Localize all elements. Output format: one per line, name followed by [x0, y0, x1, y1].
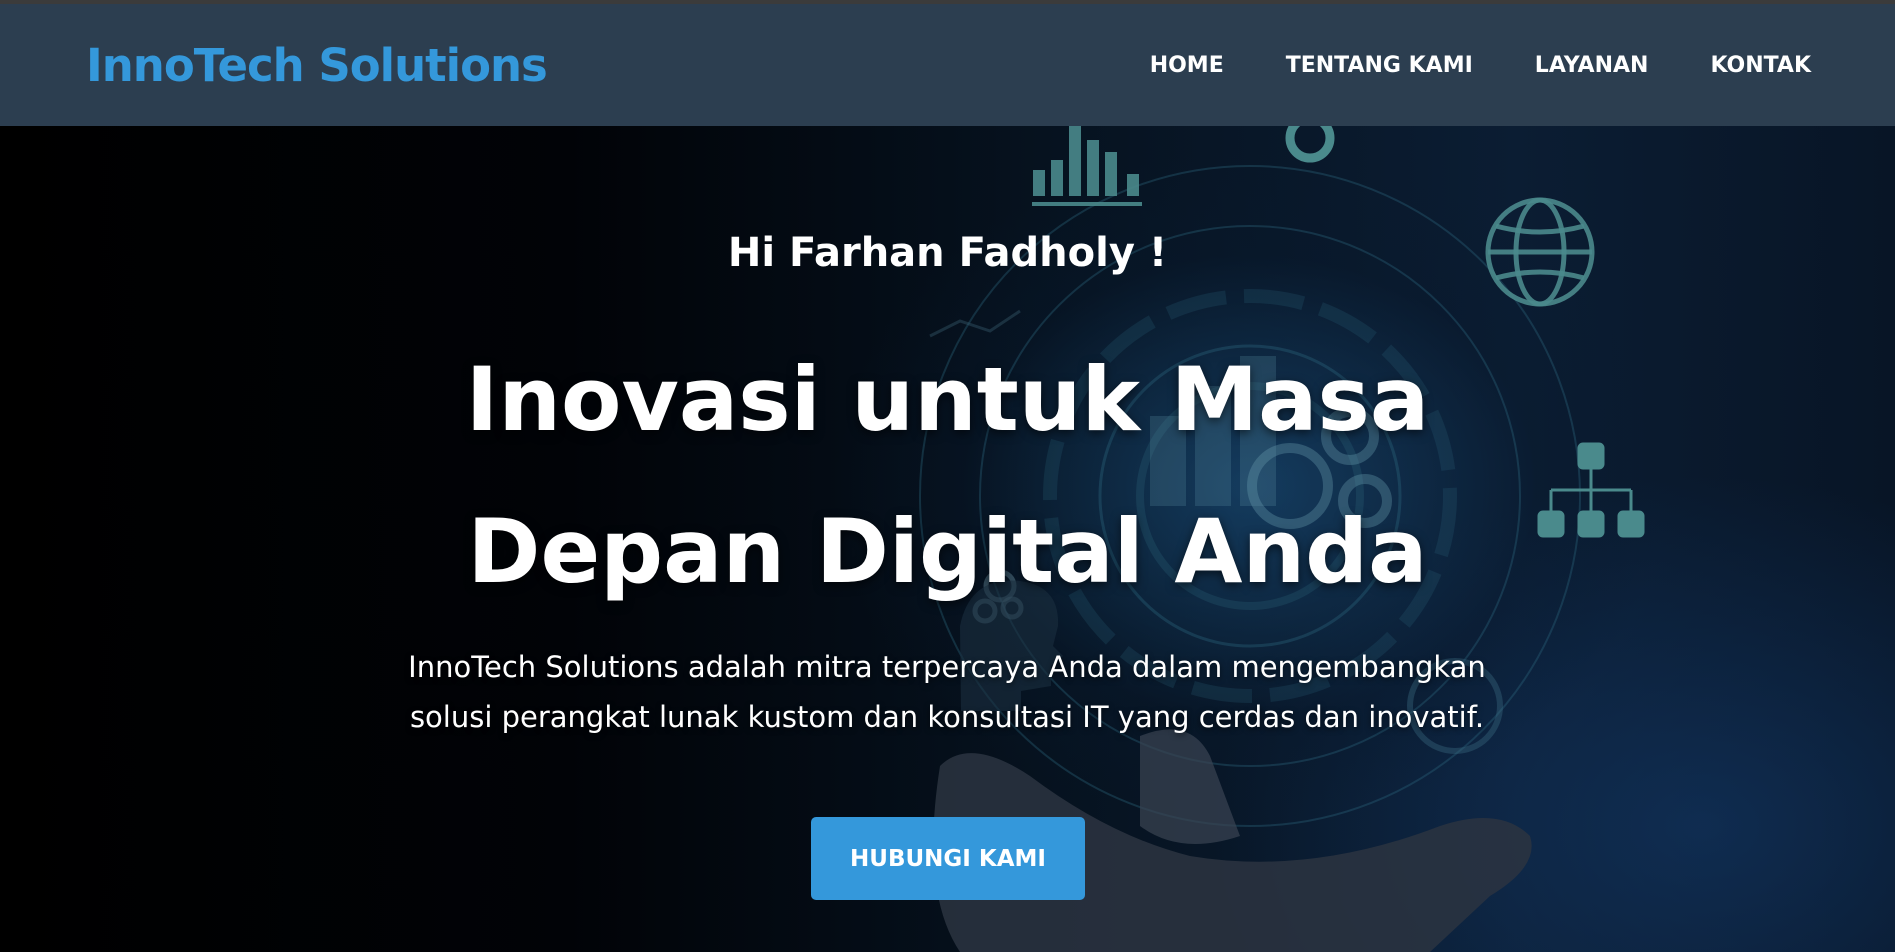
nav-about-link[interactable]: TENTANG KAMI — [1286, 53, 1473, 78]
nav-menu: HOME TENTANG KAMI LAYANAN KONTAK — [1150, 53, 1811, 78]
description-line-2: solusi perangkat lunak kustom dan konsul… — [409, 700, 1485, 734]
nav-services-link[interactable]: LAYANAN — [1535, 53, 1649, 78]
navbar: InnoTech Solutions HOME TENTANG KAMI LAY… — [0, 4, 1895, 126]
hero-description: InnoTech Solutions adalah mitra terperca… — [347, 642, 1547, 742]
headline-line-1: Inovasi untuk Masa — [465, 348, 1430, 451]
greeting-text: Hi Farhan Fadholy ! — [727, 230, 1168, 276]
contact-us-button[interactable]: HUBUNGI KAMI — [811, 817, 1085, 900]
headline-line-2: Depan Digital Anda — [467, 500, 1428, 603]
hero-headline: Inovasi untuk Masa Depan Digital Anda — [0, 324, 1895, 628]
description-line-1: InnoTech Solutions adalah mitra terperca… — [408, 650, 1486, 684]
nav-contact-link[interactable]: KONTAK — [1710, 53, 1811, 78]
hero-content: Hi Farhan Fadholy ! Inovasi untuk Masa D… — [0, 126, 1895, 952]
nav-home-link[interactable]: HOME — [1150, 53, 1224, 78]
brand-logo[interactable]: InnoTech Solutions — [86, 39, 548, 92]
hero-section: Hi Farhan Fadholy ! Inovasi untuk Masa D… — [0, 126, 1895, 952]
